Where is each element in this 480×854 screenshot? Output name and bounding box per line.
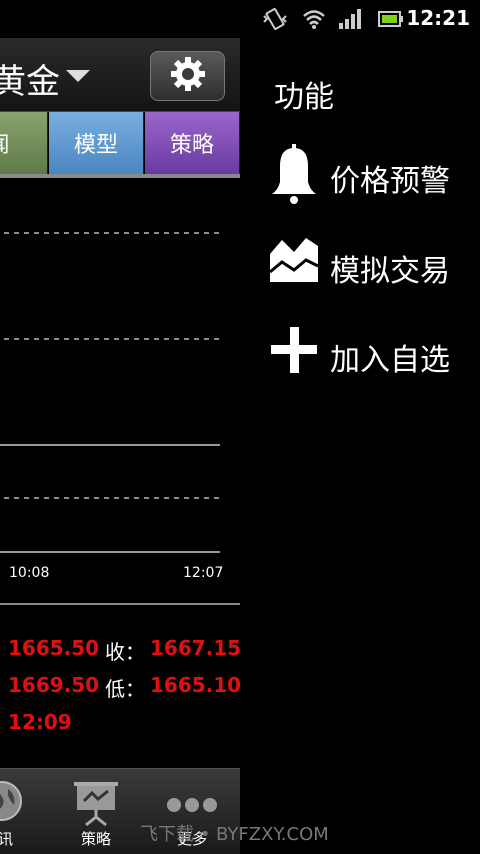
function-drawer: 功能 价格预警 模拟交易 加入自选 (240, 38, 480, 854)
nav-label: 策略 (81, 830, 112, 848)
wifi-icon (302, 8, 326, 34)
menu-label: 模拟交易 (330, 254, 450, 289)
battery-icon (378, 10, 404, 32)
quote-label-close: 收： (105, 640, 145, 664)
header: 黄金 (0, 38, 240, 112)
plus-icon (266, 321, 322, 385)
chart-grid (0, 232, 220, 553)
x-tick-label: 10:08 (9, 565, 50, 581)
bell-icon (266, 142, 322, 206)
tab-label: 闻 (0, 127, 10, 159)
status-bar: 12:21 (0, 0, 480, 38)
more-dots-icon (166, 795, 218, 819)
menu-item-add-watchlist[interactable]: 加入自选 (266, 321, 476, 391)
x-tick-label: 12:07 (183, 565, 224, 581)
page-title[interactable]: 黄金 (0, 54, 60, 103)
main-panel: 黄金 模型 策略 10:08 12:07 1665.50 收： 1667.15 … (0, 38, 240, 854)
quote-value: 1669.50 (8, 673, 100, 697)
drawer-title: 功能 (274, 80, 334, 115)
quote-time: 12:09 (8, 710, 72, 734)
menu-item-price-alert[interactable]: 价格预警 (266, 142, 476, 212)
chevron-down-icon[interactable] (66, 70, 90, 82)
tab-label: 策略 (169, 133, 214, 158)
menu-label: 价格预警 (330, 164, 450, 199)
price-chart[interactable]: 10:08 12:07 (0, 178, 240, 606)
tab-news[interactable]: 闻 (0, 112, 48, 174)
tab-label: 模型 (73, 133, 118, 158)
chart-divider (0, 603, 240, 605)
quote-value-close: 1667.15 (150, 636, 240, 660)
globe-icon (0, 779, 24, 827)
nav-item-strategy[interactable]: 策略 (64, 769, 128, 854)
area-chart-icon (266, 232, 322, 296)
quote-value: 1665.50 (8, 636, 100, 660)
vibrate-icon (262, 8, 288, 34)
menu-item-simulated-trade[interactable]: 模拟交易 (266, 232, 476, 302)
tab-bar: 闻 模型 策略 (0, 112, 240, 174)
signal-icon (338, 8, 364, 34)
nav-item-news[interactable]: 讯 (0, 769, 40, 854)
nav-label: 讯 (0, 830, 14, 848)
settings-button[interactable] (150, 51, 225, 101)
quote-label-low: 低： (105, 677, 145, 701)
tab-strategy[interactable]: 策略 (145, 112, 240, 174)
status-time: 12:21 (406, 6, 470, 30)
gear-icon (168, 54, 208, 98)
presentation-icon (72, 779, 120, 831)
tab-model[interactable]: 模型 (49, 112, 144, 174)
quote-value-low: 1665.10 (150, 673, 240, 697)
watermark: 飞下载 • BYFZXY.COM (140, 824, 329, 845)
menu-label: 加入自选 (330, 343, 450, 378)
